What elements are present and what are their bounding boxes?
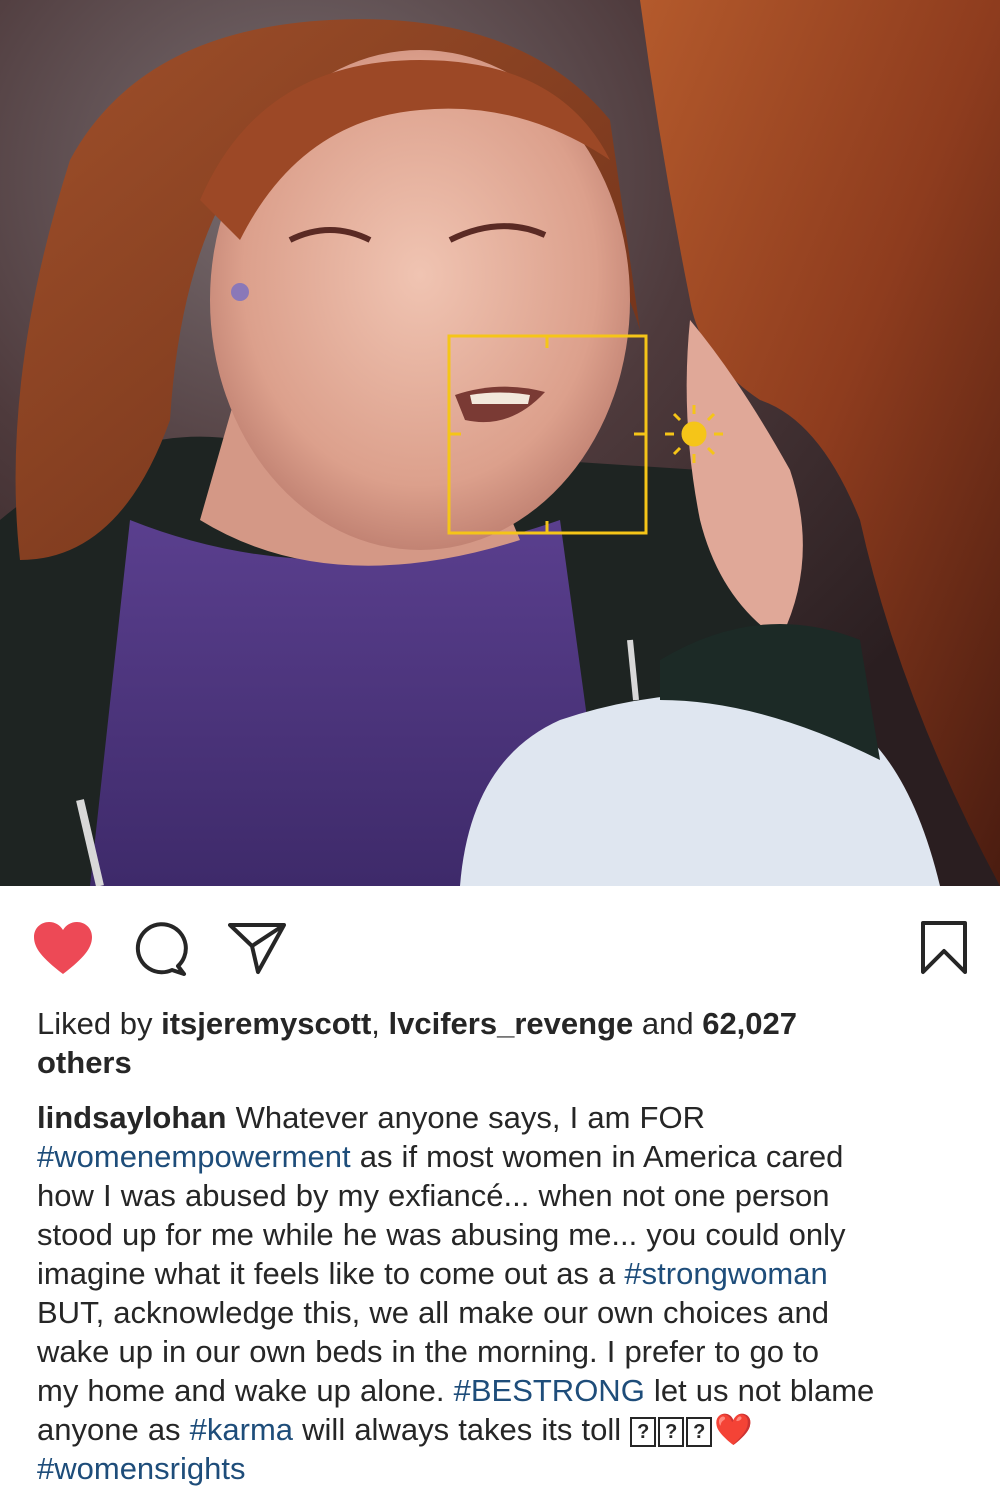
photo-illustration bbox=[0, 0, 1000, 886]
caption-text: as if most women in America cared bbox=[350, 1139, 844, 1174]
caption-line-1: lindsaylohan Whatever anyone says, I am … bbox=[37, 1098, 972, 1137]
post-action-bar bbox=[0, 886, 1000, 1004]
hashtag-karma[interactable]: #karma bbox=[190, 1412, 293, 1447]
missing-emoji-glyph: ? bbox=[658, 1416, 685, 1447]
likes-others[interactable]: others bbox=[37, 1045, 132, 1080]
caption-username[interactable]: lindsaylohan bbox=[37, 1100, 226, 1135]
caption-text: Whatever anyone says, I am FOR bbox=[226, 1100, 705, 1135]
missing-emoji-glyph: ? bbox=[630, 1416, 657, 1447]
caption-line-6: BUT, acknowledge this, we all make our o… bbox=[37, 1295, 829, 1330]
liker-username-2[interactable]: lvcifers_revenge bbox=[389, 1006, 634, 1041]
missing-emoji-glyph: ? bbox=[686, 1416, 713, 1447]
likes-count[interactable]: 62,027 bbox=[702, 1006, 797, 1041]
caption-text: imagine what it feels like to come out a… bbox=[37, 1256, 625, 1291]
post-photo[interactable] bbox=[0, 0, 1000, 886]
heart-filled-icon[interactable] bbox=[32, 920, 94, 976]
caption-line-7: wake up in our own beds in the morning. … bbox=[37, 1334, 819, 1369]
red-heart-emoji-icon: ❤️ bbox=[714, 1412, 753, 1447]
caption-line-5: imagine what it feels like to come out a… bbox=[37, 1254, 972, 1293]
caption-text: anyone as bbox=[37, 1412, 190, 1447]
likes-summary[interactable]: Liked by itsjeremyscott, lvcifers_reveng… bbox=[37, 1004, 967, 1082]
caption-text: my home and wake up alone. bbox=[37, 1373, 454, 1408]
bookmark-icon[interactable] bbox=[920, 921, 968, 975]
liker-username-1[interactable]: itsjeremyscott bbox=[161, 1006, 371, 1041]
paper-plane-icon[interactable] bbox=[228, 922, 286, 976]
post-caption: lindsaylohan Whatever anyone says, I am … bbox=[37, 1098, 972, 1488]
caption-text: let us not blame bbox=[644, 1373, 875, 1408]
likes-separator: , bbox=[371, 1006, 389, 1041]
caption-line-9: anyone as #karma will always takes its t… bbox=[37, 1410, 972, 1449]
comment-icon[interactable] bbox=[132, 922, 188, 978]
likes-and: and bbox=[633, 1006, 703, 1041]
hashtag-womenempowerment[interactable]: #womenempowerment bbox=[37, 1139, 351, 1174]
caption-line-8: my home and wake up alone. #BESTRONG let… bbox=[37, 1371, 972, 1410]
caption-line-3: how I was abused by my exfiancé... when … bbox=[37, 1178, 830, 1213]
caption-line-10: #womensrights bbox=[37, 1449, 972, 1488]
hashtag-bestrong[interactable]: #BESTRONG bbox=[454, 1373, 645, 1408]
hashtag-womensrights[interactable]: #womensrights bbox=[37, 1451, 245, 1486]
caption-line-4: stood up for me while he was abusing me.… bbox=[37, 1217, 846, 1252]
likes-prefix: Liked by bbox=[37, 1006, 162, 1041]
caption-line-2: #womenempowerment as if most women in Am… bbox=[37, 1137, 972, 1176]
hashtag-strongwoman[interactable]: #strongwoman bbox=[624, 1256, 827, 1291]
caption-text: will always takes its toll bbox=[293, 1412, 631, 1447]
